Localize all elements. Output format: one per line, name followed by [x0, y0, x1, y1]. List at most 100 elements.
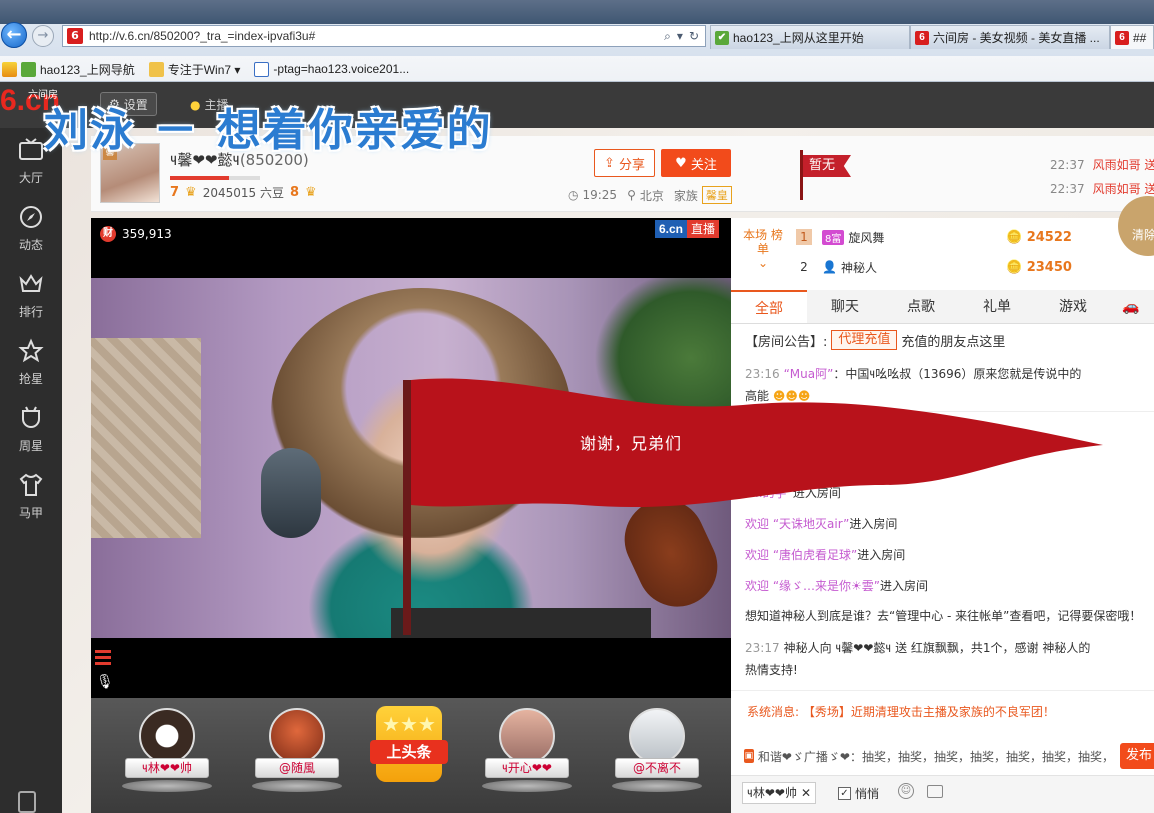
menu-icon[interactable] — [95, 650, 111, 668]
microphone-icon[interactable]: 🎙 — [96, 674, 114, 694]
address-url[interactable]: http://v.6.cn/850200?_tra_=index-ipvafi3… — [89, 29, 664, 43]
nav-vest[interactable]: 马甲 — [0, 463, 62, 530]
guard-avatar — [269, 708, 325, 764]
follow-button[interactable]: ♥ 关注 — [661, 149, 731, 177]
coin-icon: 🪙 — [1006, 229, 1023, 245]
recharge-button[interactable]: 代理充值 — [831, 330, 898, 350]
side-navigation: 大厅 动态 排行 抢星 周星 马甲 — [0, 128, 62, 813]
share-button[interactable]: ⇪ 分享 — [594, 149, 655, 177]
mystery-person-icon: 👤 — [822, 260, 837, 274]
tv-icon — [19, 138, 43, 160]
browser-tab-hao123[interactable]: ✔ hao123_上网从这里开始 — [710, 25, 910, 49]
rank-tab[interactable]: 本场 榜单 ⌄ — [740, 228, 786, 270]
nav-weekly[interactable]: 周星 — [0, 396, 62, 463]
stars-icon: ★★★ — [382, 712, 436, 736]
star-icon — [18, 338, 44, 363]
guard-stand — [482, 780, 572, 792]
bookmark-win7[interactable]: 专注于Win7 ▾ — [148, 61, 240, 78]
hao123-icon — [21, 61, 36, 77]
location-icon: ⚲ — [627, 188, 636, 202]
guard-seat[interactable]: ౺开心❤❤ — [482, 708, 572, 792]
browser-tabs: ✔ hao123_上网从这里开始 6 六间房 - 美女视频 - 美女直播 ...… — [710, 25, 1154, 49]
guard-seat[interactable]: @随風 — [252, 708, 342, 792]
guard-seat[interactable]: @不离不 — [612, 708, 702, 792]
coin-icon: 🪙 — [1006, 259, 1023, 275]
site-favicon-icon: 6 — [67, 28, 83, 44]
rank-row[interactable]: 2 👤 神秘人 🪙 23450 — [796, 254, 1072, 280]
whisper-toggle[interactable]: ✓ 悄悄 — [838, 785, 879, 802]
progress-fill — [170, 176, 229, 180]
room-notice: 【房间公告】: 代理充值 充值的朋友点这里 — [745, 330, 1006, 350]
dropdown-icon[interactable]: ▾ — [677, 29, 683, 44]
tab-games[interactable]: 游戏 — [1035, 290, 1111, 323]
whisper-checkbox[interactable]: ✓ — [838, 787, 851, 800]
six-icon: 6 — [915, 30, 929, 45]
browser-tab-active[interactable]: 6 ## — [1110, 25, 1154, 49]
chat-target-chip[interactable]: ౺林❤❤帅 ✕ — [742, 782, 817, 804]
gift-ticker-item: 22:37 风雨如哥 送 — [1050, 158, 1154, 172]
check-icon: ✔ — [715, 30, 729, 45]
bookmark-voice[interactable]: -ptag=hao123.voice201... — [254, 61, 409, 77]
refresh-icon[interactable]: ↻ — [689, 29, 699, 44]
compass-icon — [20, 206, 42, 228]
bookmark-hao123[interactable]: hao123_上网导航 — [2, 61, 135, 78]
emoji-icon[interactable]: ☺ — [898, 783, 914, 799]
guard-stand — [252, 780, 342, 792]
scene-sofa — [91, 338, 201, 538]
anchor-level-progress — [170, 176, 260, 180]
star-icon — [2, 61, 17, 77]
heart-icon: ♥ — [675, 155, 687, 171]
close-icon[interactable]: ✕ — [801, 783, 811, 803]
guard-avatar — [629, 708, 685, 764]
scene-microphone — [261, 448, 321, 538]
song-title-overlay: 刘泳 － 想着你亲爱的 — [44, 105, 493, 156]
anchor-meta: ◷ 19:25 ⚲ 北京 家族 馨皇 — [568, 186, 732, 204]
browser-tab-6room[interactable]: 6 六间房 - 美女视频 - 美女直播 ... — [910, 25, 1110, 49]
crown-icon: ♛ — [185, 185, 197, 200]
share-icon: ⇪ — [604, 155, 615, 171]
bookmarks-bar: hao123_上网导航 专注于Win7 ▾ -ptag=hao123.voice… — [0, 57, 409, 81]
family-tag[interactable]: 馨皇 — [701, 186, 732, 204]
rank-row[interactable]: 1 8富 旋风舞 🪙 24522 — [796, 224, 1072, 250]
chevron-down-icon: ⌄ — [757, 256, 769, 270]
six-icon: 6 — [1115, 30, 1129, 45]
cup-icon — [22, 406, 40, 428]
anchor-level-row: 7 ♛ 2045015 六豆 8 ♛ — [170, 185, 317, 200]
tab-gifts[interactable]: 礼单 — [959, 290, 1035, 323]
nav-feed[interactable]: 动态 — [0, 195, 62, 262]
search-icon[interactable]: ⌕ — [664, 29, 671, 44]
back-button[interactable]: ← — [1, 22, 27, 48]
gift-ticker-item: 22:37 风雨如哥 送 — [1050, 182, 1154, 196]
forward-button[interactable]: → — [32, 25, 54, 47]
publish-button[interactable]: 发布 — [1120, 743, 1154, 769]
nav-star[interactable]: 抢星 — [0, 329, 62, 396]
clock-icon: ◷ — [568, 188, 579, 202]
guard-avatar — [499, 708, 555, 764]
guard-stand — [122, 780, 212, 792]
broadcast-message: ▣ 和谐❤ゞ广播ゞ❤：抽奖，抽奖，抽奖，抽奖，抽奖，抽奖，抽奖， — [744, 749, 1114, 764]
tab-chat[interactable]: 聊天 — [807, 290, 883, 323]
tab-all[interactable]: 全部 — [731, 290, 807, 323]
chat-message: 23:17 神秘人向 ౺馨❤❤懿౺ 送 红旗飘飘，共1个，感谢 神秘人的 — [745, 641, 1091, 655]
viewer-count: 财 359,913 — [100, 226, 172, 242]
tab-song[interactable]: 点歌 — [883, 290, 959, 323]
car-icon[interactable]: 🚗 — [1111, 290, 1151, 323]
guard-seat[interactable]: ౺林❤❤帅 — [122, 708, 212, 792]
crown-icon: ♛ — [305, 185, 317, 200]
flag-pole — [800, 150, 803, 200]
page-icon — [254, 61, 270, 77]
image-icon[interactable] — [927, 785, 943, 798]
banner-flag-label: 暂无 — [803, 155, 851, 177]
live-badge: 6.cn 直播 — [655, 220, 720, 238]
nav-rank[interactable]: 排行 — [0, 262, 62, 329]
chat-tabs: 全部 聊天 点歌 礼单 游戏 🚗 — [731, 290, 1154, 324]
shirt-icon — [19, 473, 43, 496]
wealth-icon: 财 — [100, 226, 116, 242]
flag-message: 谢谢，兄弟们 — [580, 434, 683, 453]
mobile-icon[interactable] — [18, 791, 36, 813]
crown-icon — [19, 274, 43, 292]
system-message: 系统消息: 【秀场】近期清理攻击主播及家族的不良军团！ — [747, 705, 1055, 719]
headline-button[interactable]: ★★★ 上头条 — [370, 706, 448, 782]
address-bar[interactable]: 6 http://v.6.cn/850200?_tra_=index-ipvaf… — [62, 25, 706, 47]
divider — [731, 690, 1154, 691]
